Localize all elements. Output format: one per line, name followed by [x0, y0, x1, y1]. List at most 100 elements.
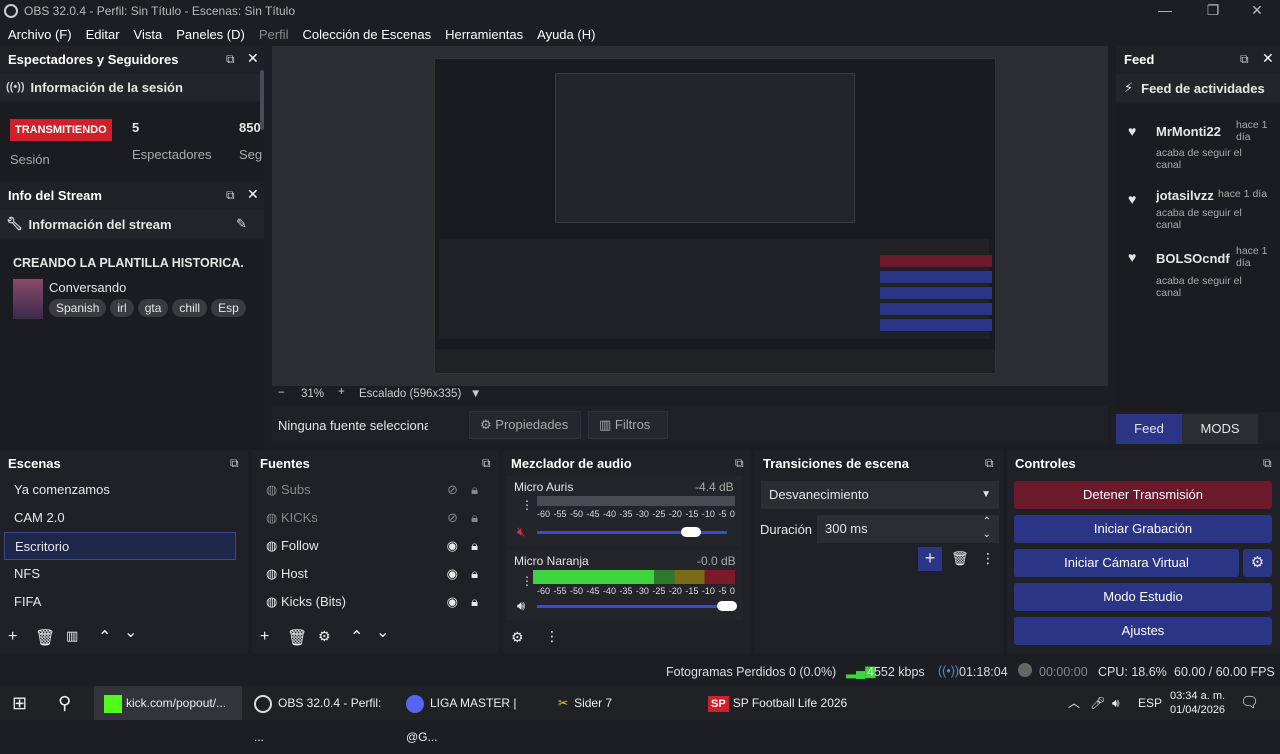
taskbar-app-sp-football[interactable]: SP SP Football Life 2026	[708, 686, 868, 720]
settings-button[interactable]: Ajustes	[1014, 617, 1272, 645]
minimize-button[interactable]: —	[1142, 0, 1188, 22]
menu-paneles[interactable]: Paneles (D)	[176, 27, 245, 42]
float-icon[interactable]: ⧉	[226, 52, 235, 67]
filters-button[interactable]: ▥ Filtros	[588, 411, 668, 439]
taskbar-app-obs[interactable]: OBS 32.0.4 - Perfil: ...	[254, 686, 394, 744]
menu-coleccion[interactable]: Colección de Escenas	[302, 27, 431, 42]
menu-archivo[interactable]: Archivo (F)	[8, 27, 72, 42]
tab-feed[interactable]: Feed	[1116, 414, 1182, 444]
scene-item[interactable]: NFS	[4, 560, 236, 588]
close-icon[interactable]: ✕	[1262, 50, 1274, 67]
trash-icon[interactable]: 🗑︎	[951, 550, 969, 567]
scene-filters-icon[interactable]: ▥	[66, 628, 78, 644]
taskbar-app-kick[interactable]: kick.com/popout/...	[94, 686, 242, 720]
kebab-menu-icon[interactable]: ⋮	[521, 574, 533, 588]
taskbar-app-discord[interactable]: LIGA MASTER | @G...	[406, 686, 546, 744]
volume-slider[interactable]	[537, 605, 737, 608]
gear-icon[interactable]: ⚙	[511, 629, 524, 646]
zoom-in-button[interactable]: +	[338, 386, 345, 398]
feed-user[interactable]: MrMonti22	[1156, 124, 1221, 139]
menu-herramientas[interactable]: Herramientas	[445, 27, 523, 42]
zoom-out-button[interactable]: −	[278, 387, 285, 399]
move-down-icon[interactable]: ⌄	[124, 622, 137, 642]
windows-start-icon[interactable]: ⊞	[12, 686, 27, 720]
close-icon[interactable]: ✕	[247, 50, 259, 67]
menu-vista[interactable]: Vista	[134, 27, 163, 42]
float-icon[interactable]: ⧉	[482, 456, 491, 471]
taskbar-app-sider[interactable]: ✂ Sider 7	[558, 686, 698, 720]
eye-icon[interactable]: ◉	[447, 560, 458, 588]
stop-streaming-button[interactable]: Detener Transmisión	[1014, 481, 1272, 509]
gear-icon[interactable]: ⚙	[318, 628, 331, 645]
move-up-icon[interactable]: ⌃	[98, 627, 111, 647]
trash-icon[interactable]: 🗑︎	[35, 628, 55, 648]
duration-input[interactable]: 300 ms ⌃ ⌄	[817, 515, 999, 543]
tab-mods[interactable]: MODS	[1182, 414, 1258, 444]
float-icon[interactable]: ⧉	[1263, 456, 1272, 471]
scene-item[interactable]: CAM 2.0	[4, 504, 236, 532]
menu-perfil[interactable]: Perfil	[259, 27, 289, 42]
add-transition-button[interactable]: +	[918, 547, 942, 571]
source-item[interactable]: ◍ Host ◉ 🔒︎	[256, 560, 486, 588]
eye-icon[interactable]: ◉	[447, 532, 458, 560]
lock-icon[interactable]: 🔒︎	[471, 588, 478, 616]
close-icon[interactable]: ✕	[247, 186, 259, 203]
add-source-icon[interactable]: +	[260, 628, 269, 646]
transition-select[interactable]: Desvanecimiento ▼	[761, 481, 999, 509]
preview-area[interactable]	[272, 46, 1108, 386]
preview-canvas[interactable]	[434, 58, 996, 374]
microphone-icon[interactable]: 🎤︎	[1090, 686, 1105, 720]
source-item[interactable]: ◍ Follow ◉ 🔒︎	[256, 532, 486, 560]
speaker-icon[interactable]: 🔊︎	[517, 598, 525, 614]
language-indicator[interactable]: ESP	[1138, 686, 1162, 720]
scene-item[interactable]: FIFA	[4, 588, 236, 616]
feed-user[interactable]: jotasilvzz	[1156, 188, 1214, 203]
source-item[interactable]: ◍ Subs ⊘ 🔒︎	[256, 476, 486, 504]
hidden-eye-icon[interactable]: ⊘	[447, 476, 458, 504]
search-icon[interactable]: ⚲	[58, 686, 71, 720]
feed-user[interactable]: BOLSOcndf	[1156, 251, 1230, 266]
virtual-camera-settings-icon[interactable]: ⚙	[1243, 549, 1272, 577]
float-icon[interactable]: ⧉	[226, 188, 235, 203]
menu-editar[interactable]: Editar	[86, 27, 120, 42]
chevron-up-icon[interactable]: ︿	[1068, 686, 1080, 720]
volume-slider-handle[interactable]	[681, 527, 701, 537]
float-icon[interactable]: ⧉	[735, 456, 744, 471]
hidden-eye-icon[interactable]: ⊘	[447, 504, 458, 532]
kebab-menu-icon[interactable]: ⋮	[521, 498, 533, 512]
muted-speaker-icon[interactable]: 🔇︎	[517, 524, 525, 540]
properties-button[interactable]: ⚙ Propiedades	[469, 411, 581, 439]
scrollbar[interactable]	[260, 70, 264, 130]
close-window-button[interactable]: ✕	[1234, 0, 1280, 22]
scale-dropdown-icon[interactable]: ▼	[470, 388, 481, 400]
scene-item[interactable]: Ya comenzamos	[4, 476, 236, 504]
start-recording-button[interactable]: Iniciar Grabación	[1014, 515, 1272, 543]
kebab-menu-icon[interactable]: ⋮	[545, 628, 559, 645]
kebab-menu-icon[interactable]: ⋮	[981, 550, 995, 567]
scene-item-selected[interactable]: Escritorio	[4, 532, 236, 560]
source-item[interactable]: ◍ KICKs ⊘ 🔒︎	[256, 504, 486, 532]
maximize-button[interactable]: ❐	[1190, 0, 1236, 22]
edit-pencil-icon[interactable]: ✎	[236, 216, 247, 232]
float-icon[interactable]: ⧉	[1240, 52, 1249, 67]
add-scene-icon[interactable]: +	[8, 628, 17, 646]
float-icon[interactable]: ⧉	[230, 456, 239, 471]
lock-icon[interactable]: 🔒︎	[471, 560, 478, 588]
start-virtual-camera-button[interactable]: Iniciar Cámara Virtual	[1014, 549, 1239, 577]
source-item[interactable]: ◍ Kicks (Bits) ◉ 🔒︎	[256, 588, 486, 616]
move-up-icon[interactable]: ⌃	[350, 627, 363, 647]
float-icon[interactable]: ⧉	[985, 456, 994, 471]
trash-icon[interactable]: 🗑︎	[287, 628, 307, 648]
lock-icon[interactable]: 🔒︎	[471, 532, 478, 560]
volume-slider-handle[interactable]	[717, 601, 737, 611]
volume-icon[interactable]: 🔊︎	[1112, 686, 1120, 720]
studio-mode-button[interactable]: Modo Estudio	[1014, 583, 1272, 611]
spin-down-icon[interactable]: ⌄	[983, 521, 991, 549]
notification-icon[interactable]: 🗨︎	[1240, 686, 1259, 720]
clock-date[interactable]: 01/04/2026	[1170, 693, 1225, 727]
move-down-icon[interactable]: ⌄	[376, 622, 389, 642]
lock-icon[interactable]: 🔒︎	[471, 504, 478, 532]
eye-icon[interactable]: ◉	[447, 588, 458, 616]
menu-ayuda[interactable]: Ayuda (H)	[537, 27, 595, 42]
lock-icon[interactable]: 🔒︎	[471, 476, 478, 504]
